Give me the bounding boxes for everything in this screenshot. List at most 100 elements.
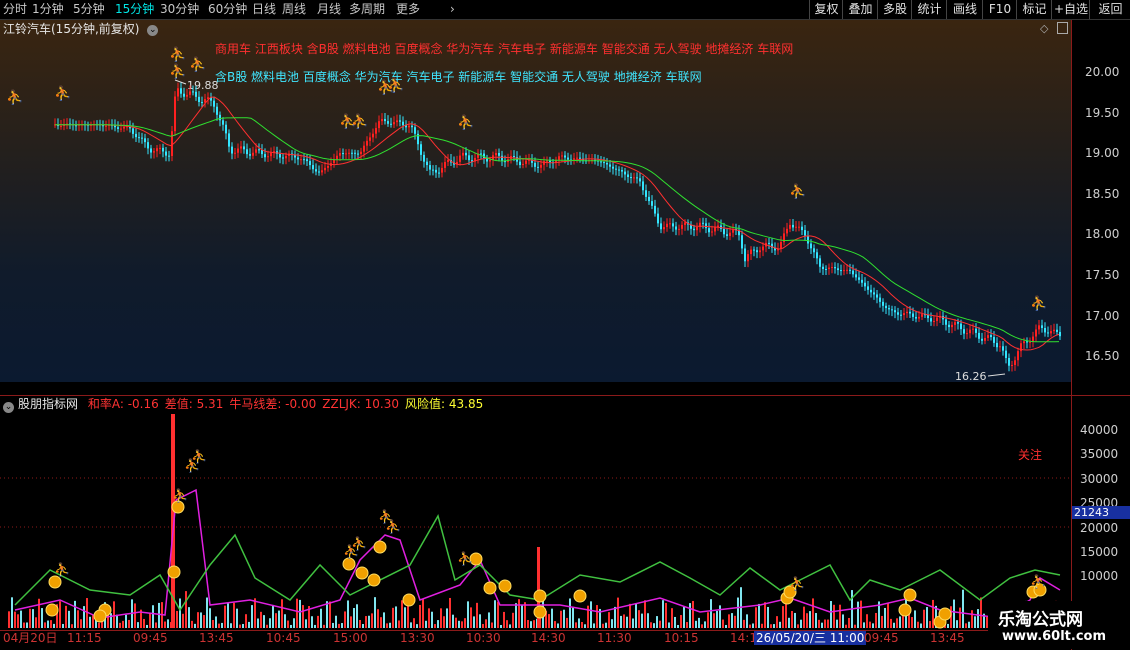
volume-bar: [182, 613, 184, 628]
candle-body: [618, 169, 620, 171]
volume-bar: [974, 616, 976, 628]
candle-body: [279, 153, 281, 158]
volume-bar: [164, 621, 166, 628]
candle-body: [522, 163, 524, 166]
candle-body: [357, 153, 359, 155]
volume-bar: [722, 619, 724, 628]
candle-body: [1011, 365, 1013, 367]
volume-bar: [257, 618, 259, 628]
candle-body: [525, 160, 527, 164]
candle-body: [498, 152, 500, 156]
volume-bar: [680, 615, 682, 628]
volume-bar: [611, 619, 613, 628]
volume-bar: [362, 624, 364, 628]
chart-canvas: ⛹ ⛹⛹⛹⛹⛹⛹⛹⛹⛹⛹⛹⛹⛹⛹⛹⛹⛹⛹⛹ ⛹⛹ ⛹: [0, 45, 1071, 629]
volume-bar: [323, 624, 325, 628]
volume-bar: [482, 623, 484, 628]
volume-bar: [137, 622, 139, 628]
candle-body: [921, 314, 923, 317]
volume-bar: [50, 620, 52, 628]
volume-bar: [869, 621, 871, 628]
volume-bar: [704, 621, 706, 628]
runner-icon: ⛹: [457, 113, 474, 131]
volume-bar: [620, 615, 622, 628]
volume-bar: [398, 620, 400, 628]
candle-body: [639, 178, 641, 182]
volume-bar: [386, 623, 388, 628]
candle-body: [879, 297, 881, 302]
volume-bar: [695, 620, 697, 628]
candle-body: [342, 153, 344, 155]
candle-body: [822, 266, 824, 269]
candle-body: [429, 165, 431, 170]
candle-body: [1041, 325, 1043, 329]
volume-bar: [776, 616, 778, 628]
volume-bar: [176, 610, 178, 628]
volume-bar: [590, 601, 592, 628]
candle-body: [399, 120, 401, 122]
candle-body: [444, 162, 446, 168]
time-tick-label: 26/05/20/三 11:00: [754, 631, 867, 645]
volume-bar: [464, 618, 466, 628]
candle-body: [864, 282, 866, 287]
runner-icon: ⛹: [172, 487, 188, 504]
candle-body: [873, 292, 875, 295]
candle-body: [201, 102, 203, 104]
volume-bar: [221, 622, 223, 628]
candle-body: [234, 152, 236, 154]
candle-body: [183, 93, 185, 97]
volume-bar: [719, 605, 721, 628]
runner-icon: ⛹: [789, 575, 805, 592]
candle-body: [327, 165, 329, 168]
volume-bar: [401, 600, 403, 628]
candle-body: [315, 169, 317, 172]
coin-icon: [903, 588, 917, 602]
candle-body: [60, 125, 62, 127]
volume-bar: [671, 608, 673, 628]
volume-bar: [833, 604, 835, 628]
candle-body: [1029, 341, 1031, 343]
candle-body: [696, 226, 698, 231]
candle-body: [459, 155, 461, 162]
volume-bar: [71, 624, 73, 628]
volume-bar: [518, 599, 520, 628]
volume-bar: [326, 601, 328, 628]
candle-body: [144, 138, 146, 143]
volume-bar: [581, 621, 583, 628]
volume-bar: [125, 614, 127, 628]
candle-body: [981, 338, 983, 341]
volume-bar: [374, 597, 376, 628]
volume-bar: [632, 618, 634, 628]
candle-body: [168, 155, 170, 157]
volume-bar: [911, 617, 913, 628]
candle-body: [861, 279, 863, 283]
volume-bar: [218, 623, 220, 628]
volume-bar: [38, 598, 40, 628]
candle-body: [162, 147, 164, 152]
volume-bar: [569, 598, 571, 628]
volume-bar: [617, 597, 619, 628]
volume-bar: [389, 622, 391, 628]
candle-body: [165, 151, 167, 156]
candle-body: [171, 131, 173, 157]
candle-body: [561, 155, 563, 157]
candle-body: [318, 171, 320, 173]
volume-bar: [830, 601, 832, 628]
candle-body: [438, 172, 440, 174]
candle-body: [681, 224, 683, 229]
volume-bar: [920, 623, 922, 628]
candle-body: [960, 323, 962, 330]
volume-bar: [20, 610, 22, 628]
volume-bar: [47, 620, 49, 628]
candle-body: [573, 158, 575, 160]
volume-bar: [338, 623, 340, 628]
volume-bar: [824, 619, 826, 628]
candle-body: [915, 316, 917, 319]
volume-bar: [782, 606, 784, 628]
volume-bar: [122, 620, 124, 628]
candle-body: [321, 170, 323, 173]
coin-icon: [93, 609, 107, 623]
volume-bar: [305, 619, 307, 628]
coin-icon: [355, 566, 369, 580]
coin-icon: [938, 607, 952, 621]
